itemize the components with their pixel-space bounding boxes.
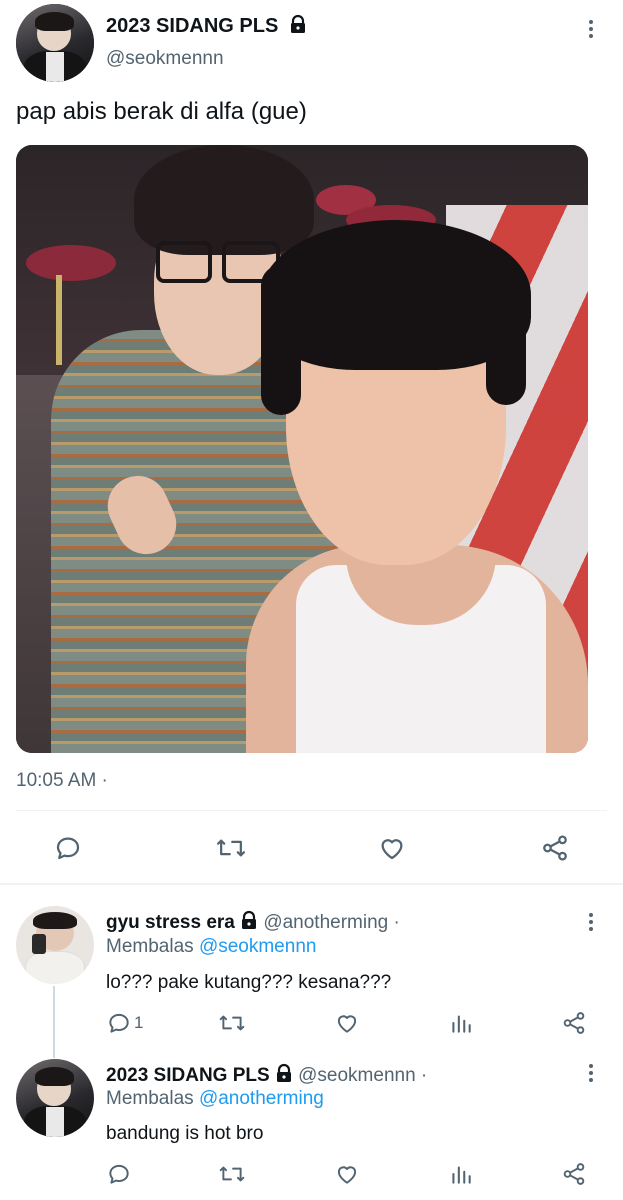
like-button[interactable] bbox=[334, 1161, 360, 1187]
views-bar-icon bbox=[448, 1161, 474, 1187]
reply-header: 2023 SIDANG PLS @seokmennn · bbox=[106, 1063, 427, 1088]
retweet-icon bbox=[218, 1161, 246, 1187]
lock-icon bbox=[239, 910, 259, 935]
retweet-button[interactable] bbox=[215, 833, 247, 863]
more-vertical-icon[interactable] bbox=[581, 17, 601, 41]
share-icon bbox=[561, 1161, 587, 1187]
reply-display-name[interactable]: gyu stress era bbox=[106, 912, 235, 933]
reply-button[interactable] bbox=[106, 1161, 132, 1187]
reply-avatar[interactable] bbox=[16, 1059, 94, 1137]
reply-bubble-icon bbox=[53, 833, 83, 863]
lock-icon bbox=[274, 1063, 294, 1088]
reply-text: bandung is hot bro bbox=[106, 1123, 264, 1144]
thread-connector bbox=[53, 986, 55, 1058]
retweet-icon bbox=[218, 1010, 246, 1036]
retweet-button[interactable] bbox=[218, 1161, 246, 1187]
replying-to: Membalas @anotherming bbox=[106, 1088, 324, 1110]
reply-button[interactable]: 1 bbox=[106, 1010, 143, 1036]
author-avatar[interactable] bbox=[16, 4, 94, 82]
reply-header: gyu stress era @anotherming · bbox=[106, 910, 400, 935]
views-bar-icon bbox=[448, 1010, 474, 1036]
reply-avatar[interactable] bbox=[16, 906, 94, 984]
reply-handle[interactable]: @anotherming · bbox=[263, 912, 400, 933]
more-vertical-icon[interactable] bbox=[581, 1061, 601, 1085]
replying-to: Membalas @seokmennn bbox=[106, 936, 316, 958]
tweet-photo[interactable] bbox=[16, 145, 588, 753]
replying-mention[interactable]: @seokmennn bbox=[199, 936, 317, 957]
share-button[interactable] bbox=[561, 1010, 587, 1036]
more-vertical-icon[interactable] bbox=[581, 910, 601, 934]
tweet-timestamp[interactable]: 10:05 AM · bbox=[16, 770, 108, 792]
heart-icon bbox=[334, 1161, 360, 1187]
heart-icon bbox=[334, 1010, 360, 1036]
like-button[interactable] bbox=[334, 1010, 360, 1036]
reply-handle[interactable]: @seokmennn · bbox=[298, 1065, 427, 1086]
replying-mention[interactable]: @anotherming bbox=[199, 1088, 324, 1109]
lock-icon bbox=[288, 14, 308, 40]
reply-display-name[interactable]: 2023 SIDANG PLS bbox=[106, 1065, 270, 1086]
share-button[interactable] bbox=[561, 1161, 587, 1187]
heart-icon bbox=[377, 833, 407, 863]
reply-bubble-icon bbox=[106, 1010, 132, 1036]
tweet-text: pap abis berak di alfa (gue) bbox=[16, 98, 307, 125]
divider bbox=[0, 883, 623, 885]
replying-label: Membalas bbox=[106, 1088, 194, 1109]
author-display-name[interactable]: 2023 SIDANG PLS bbox=[106, 14, 308, 40]
share-icon bbox=[540, 833, 570, 863]
share-icon bbox=[561, 1010, 587, 1036]
like-button[interactable] bbox=[377, 833, 407, 863]
author-name-text: 2023 SIDANG PLS bbox=[106, 15, 279, 37]
retweet-button[interactable] bbox=[218, 1010, 246, 1036]
author-handle[interactable]: @seokmennn bbox=[106, 48, 224, 70]
views-button[interactable] bbox=[448, 1161, 474, 1187]
replying-label: Membalas bbox=[106, 936, 194, 957]
retweet-icon bbox=[215, 833, 247, 863]
divider bbox=[16, 810, 607, 811]
reply-button[interactable] bbox=[53, 833, 83, 863]
views-button[interactable] bbox=[448, 1010, 474, 1036]
share-button[interactable] bbox=[540, 833, 570, 863]
reply-bubble-icon bbox=[106, 1161, 132, 1187]
reply-count: 1 bbox=[134, 1013, 144, 1032]
reply-text: lo??? pake kutang??? kesana??? bbox=[106, 972, 392, 993]
